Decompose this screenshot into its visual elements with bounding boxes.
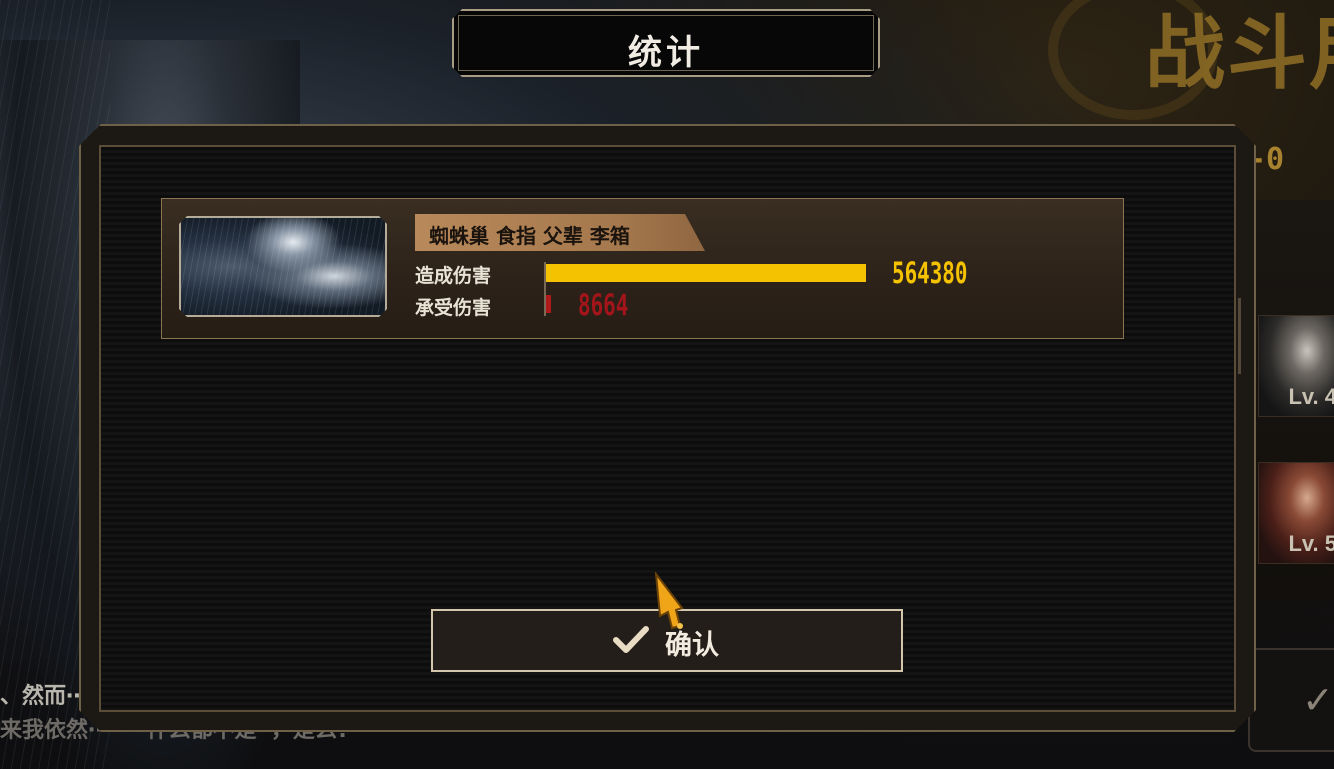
damage-dealt-bar — [546, 264, 866, 282]
check-icon: ✓ — [1302, 678, 1334, 722]
background-character-card: Lv. 4 — [1258, 315, 1334, 417]
scrollbar[interactable] — [1238, 298, 1241, 374]
game-screen: 战斗用 -0 Lv. 4 Lv. 5 ✓ 、然而⋯ 来我依然⋯⋯“什么都不是”，… — [0, 0, 1334, 769]
page-title: 统计 — [628, 33, 704, 73]
cursor-pointer-icon — [654, 572, 684, 630]
damage-taken-value: 8664 — [578, 288, 629, 322]
damage-dealt-label: 造成伤害 — [415, 265, 492, 287]
background-character-card: Lv. 5 — [1258, 462, 1334, 564]
card-level: Lv. 4 — [1288, 384, 1334, 409]
statistics-title-tab: 统计 — [452, 9, 880, 77]
card-level: Lv. 5 — [1288, 531, 1334, 556]
check-icon — [613, 626, 649, 653]
background-confirm-button: ✓ — [1248, 648, 1334, 752]
character-name-banner: 蜘蛛巢 食指 父辈 李箱 — [415, 214, 705, 251]
damage-taken-label: 承受伤害 — [415, 297, 492, 319]
damage-dealt-value: 564380 — [892, 256, 968, 290]
character-name: 蜘蛛巢 食指 父辈 李箱 — [429, 224, 630, 248]
damage-taken-bar — [546, 295, 551, 313]
character-portrait — [179, 216, 387, 317]
background-title: 战斗用 — [1145, 7, 1334, 100]
